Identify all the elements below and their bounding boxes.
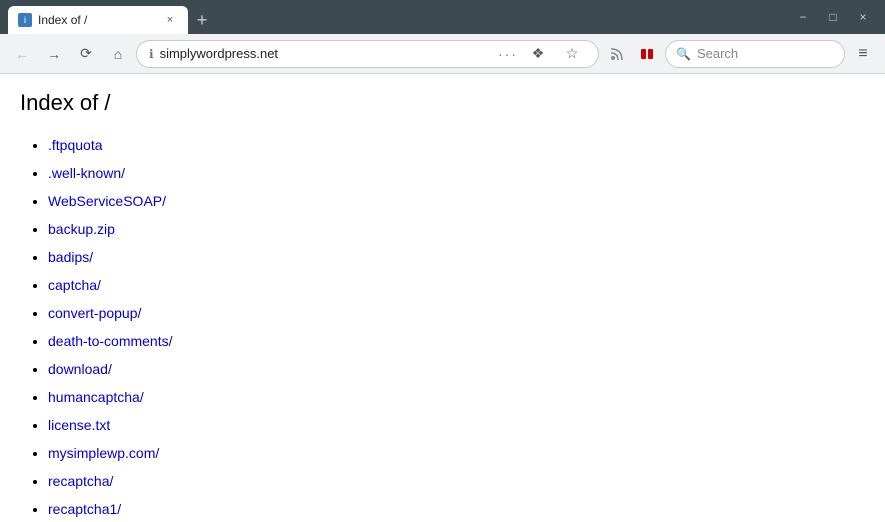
- page-title: Index of /: [20, 90, 865, 116]
- file-link[interactable]: captcha/: [48, 277, 101, 293]
- file-list: .ftpquota .well-known/WebServiceSOAP/back…: [20, 132, 865, 522]
- list-item: recaptcha1/: [48, 496, 865, 522]
- file-link[interactable]: death-to-comments/: [48, 333, 173, 349]
- list-item: convert-popup/: [48, 300, 865, 328]
- menu-button[interactable]: ≡: [849, 40, 877, 68]
- file-link[interactable]: license.txt: [48, 417, 110, 433]
- minimize-button[interactable]: −: [789, 3, 817, 31]
- reader-view-icon[interactable]: [633, 40, 661, 68]
- new-tab-button[interactable]: +: [188, 6, 216, 34]
- search-icon: 🔍: [676, 47, 691, 61]
- file-link[interactable]: download/: [48, 361, 112, 377]
- back-button[interactable]: ←: [8, 40, 36, 68]
- pocket-icon[interactable]: ❖: [524, 40, 552, 68]
- rss-icon[interactable]: [603, 40, 631, 68]
- list-item: .well-known/: [48, 160, 865, 188]
- file-link[interactable]: .well-known/: [48, 165, 125, 181]
- search-placeholder: Search: [697, 46, 738, 61]
- search-bar[interactable]: 🔍 Search: [665, 40, 845, 68]
- reload-button[interactable]: ⟳: [72, 40, 100, 68]
- list-item: death-to-comments/: [48, 328, 865, 356]
- file-link[interactable]: WebServiceSOAP/: [48, 193, 166, 209]
- bookmark-icon[interactable]: ☆: [558, 40, 586, 68]
- file-link[interactable]: backup.zip: [48, 221, 115, 237]
- browser-tab[interactable]: i Index of / ×: [8, 6, 188, 34]
- toolbar-icons: [603, 40, 661, 68]
- file-link[interactable]: recaptcha1/: [48, 501, 121, 517]
- info-icon: ℹ: [149, 47, 154, 61]
- tab-title: Index of /: [38, 13, 156, 27]
- file-link[interactable]: convert-popup/: [48, 305, 141, 321]
- page-content: Index of / .ftpquota .well-known/WebServi…: [0, 74, 885, 522]
- title-bar: i Index of / × + − □ ×: [0, 0, 885, 34]
- tab-area: i Index of / × +: [8, 0, 785, 34]
- address-bar[interactable]: ℹ simplywordpress.net ··· ❖ ☆: [136, 40, 599, 68]
- home-button[interactable]: ⌂: [104, 40, 132, 68]
- list-item: recaptcha/: [48, 468, 865, 496]
- list-item: download/: [48, 356, 865, 384]
- list-item: humancaptcha/: [48, 384, 865, 412]
- maximize-button[interactable]: □: [819, 3, 847, 31]
- file-link[interactable]: mysimplewp.com/: [48, 445, 159, 461]
- forward-button[interactable]: →: [40, 40, 68, 68]
- list-item: .ftpquota: [48, 132, 865, 160]
- list-item: WebServiceSOAP/: [48, 188, 865, 216]
- file-link[interactable]: .ftpquota: [48, 137, 103, 153]
- list-item: backup.zip: [48, 216, 865, 244]
- address-text: simplywordpress.net: [160, 46, 492, 61]
- window-close-button[interactable]: ×: [849, 3, 877, 31]
- list-item: badips/: [48, 244, 865, 272]
- tab-favicon: i: [18, 13, 32, 27]
- address-more-button[interactable]: ···: [498, 46, 518, 62]
- list-item: mysimplewp.com/: [48, 440, 865, 468]
- file-link[interactable]: badips/: [48, 249, 93, 265]
- toolbar: ← → ⟳ ⌂ ℹ simplywordpress.net ··· ❖ ☆ 🔍 …: [0, 34, 885, 74]
- list-item: license.txt: [48, 412, 865, 440]
- file-link[interactable]: humancaptcha/: [48, 389, 144, 405]
- window-controls: − □ ×: [789, 3, 877, 31]
- file-link[interactable]: recaptcha/: [48, 473, 113, 489]
- tab-close-button[interactable]: ×: [162, 12, 178, 28]
- list-item: captcha/: [48, 272, 865, 300]
